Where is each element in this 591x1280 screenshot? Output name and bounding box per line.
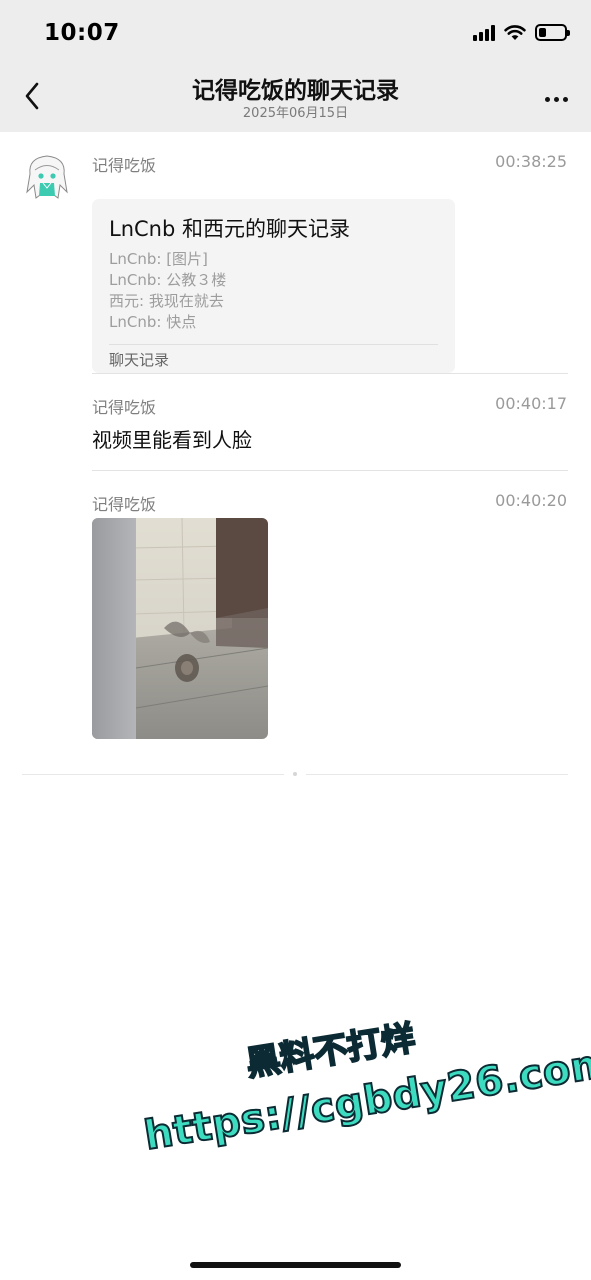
- nav-bar: 记得吃饭的聊天记录 2025年06月15日: [0, 62, 591, 132]
- battery-icon: [535, 24, 570, 41]
- watermark: 黑料不打烊 https://cgbdy26.com: [130, 977, 591, 1202]
- message-time: 00:38:25: [495, 152, 567, 171]
- status-time: 10:07: [44, 20, 120, 46]
- message-item: 记得吃饭 00:38:25 LnCnb 和西元的聊天记录 LnCnb: [图片]…: [0, 152, 591, 382]
- chevron-left-icon: [25, 82, 39, 110]
- page-subtitle-date: 2025年06月15日: [242, 106, 349, 121]
- title-block: 记得吃饭的聊天记录 2025年06月15日: [100, 76, 491, 122]
- message-text: 视频里能看到人脸: [92, 428, 252, 452]
- cellular-signal-icon: [473, 24, 495, 41]
- message-divider: [92, 470, 568, 471]
- end-divider-dot: [293, 772, 297, 776]
- chat-record-card[interactable]: LnCnb 和西元的聊天记录 LnCnb: [图片] LnCnb: 公教３楼 西…: [92, 199, 455, 373]
- chat-record-line: LnCnb: 快点: [109, 313, 197, 331]
- end-divider-right: [306, 774, 568, 775]
- sender-name: 记得吃饭: [92, 495, 157, 514]
- more-dots-icon: [544, 96, 550, 102]
- page-title: 记得吃饭的聊天记录: [192, 78, 399, 104]
- sender-name: 记得吃饭: [92, 156, 157, 175]
- chat-record-line: 西元: 我现在就去: [109, 292, 224, 310]
- back-button[interactable]: [14, 76, 50, 116]
- wifi-icon: [504, 25, 526, 40]
- more-button[interactable]: [539, 84, 573, 114]
- chat-record-line: LnCnb: [图片]: [109, 250, 208, 268]
- end-divider-left: [22, 774, 284, 775]
- message-time: 00:40:17: [495, 394, 567, 413]
- avatar[interactable]: [22, 152, 72, 202]
- message-item: 记得吃饭 00:40:20: [0, 491, 591, 751]
- status-bar: 10:07: [0, 0, 591, 62]
- status-icons: [473, 24, 570, 41]
- sender-name: 记得吃饭: [92, 398, 157, 417]
- chat-record-line: LnCnb: 公教３楼: [109, 271, 227, 289]
- battery-level: [539, 28, 546, 37]
- image-message[interactable]: [92, 518, 268, 739]
- message-divider: [92, 373, 568, 374]
- message-item: 记得吃饭 00:40:17 视频里能看到人脸: [0, 394, 591, 474]
- chat-record-title: LnCnb 和西元的聊天记录: [109, 217, 350, 241]
- home-indicator[interactable]: [190, 1262, 401, 1268]
- chat-record-footer: 聊天记录: [109, 344, 438, 370]
- message-time: 00:40:20: [495, 491, 567, 510]
